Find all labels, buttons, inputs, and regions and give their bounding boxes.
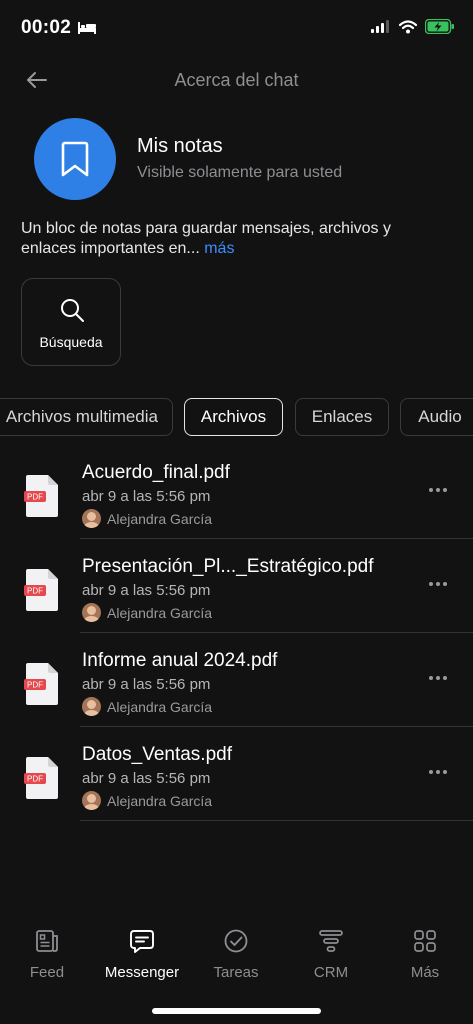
file-author: Alejandra García bbox=[82, 697, 212, 716]
media-tabs: Archivos multimedia Archivos Enlaces Aud… bbox=[0, 398, 473, 438]
nav-label: Tareas bbox=[213, 964, 259, 981]
avatar bbox=[82, 697, 101, 716]
grid-icon bbox=[414, 930, 436, 952]
avatar bbox=[82, 603, 101, 622]
chat-description: Un bloc de notas para guardar mensajes, … bbox=[21, 219, 441, 259]
file-author: Alejandra García bbox=[82, 509, 212, 528]
file-date: abr 9 a las 5:56 pm bbox=[82, 488, 211, 505]
list-item[interactable]: PDF Datos_Ventas.pdf abr 9 a las 5:56 pm… bbox=[0, 727, 473, 821]
tab-enlaces[interactable]: Enlaces bbox=[295, 398, 389, 436]
divider bbox=[80, 820, 473, 821]
file-name: Datos_Ventas.pdf bbox=[82, 744, 232, 765]
status-time: 00:02 bbox=[21, 17, 72, 38]
nav-item-mas[interactable]: Más bbox=[378, 926, 472, 981]
list-item[interactable]: PDF Acuerdo_final.pdf abr 9 a las 5:56 p… bbox=[0, 445, 473, 539]
nav-item-feed[interactable]: Feed bbox=[0, 926, 94, 981]
file-author: Alejandra García bbox=[82, 603, 212, 622]
chat-name: Mis notas bbox=[137, 135, 223, 157]
bed-icon bbox=[78, 22, 96, 34]
search-icon bbox=[61, 299, 84, 322]
chat-icon bbox=[130, 930, 154, 953]
list-item[interactable]: PDF Informe anual 2024.pdf abr 9 a las 5… bbox=[0, 633, 473, 727]
svg-text:PDF: PDF bbox=[27, 775, 43, 784]
nav-label: CRM bbox=[313, 964, 349, 981]
more-options-icon[interactable] bbox=[429, 483, 449, 497]
wifi-icon bbox=[399, 19, 417, 33]
tab-audio[interactable]: Audio bbox=[400, 398, 473, 436]
nav-label: Feed bbox=[29, 964, 65, 981]
funnel-icon bbox=[319, 930, 343, 952]
file-author: Alejandra García bbox=[82, 791, 212, 810]
more-options-icon[interactable] bbox=[429, 671, 449, 685]
file-name: Presentación_Pl..._Estratégico.pdf bbox=[82, 556, 374, 577]
avatar bbox=[82, 509, 101, 528]
top-bar: Acerca del chat bbox=[0, 62, 473, 98]
home-indicator[interactable] bbox=[152, 1008, 321, 1014]
search-button[interactable]: Búsqueda bbox=[21, 278, 121, 366]
feed-icon bbox=[36, 930, 58, 952]
file-date: abr 9 a las 5:56 pm bbox=[82, 582, 211, 599]
nav-label: Messenger bbox=[104, 964, 180, 981]
file-name: Informe anual 2024.pdf bbox=[82, 650, 278, 671]
tab-archivos-multimedia[interactable]: Archivos multimedia bbox=[0, 398, 173, 436]
pdf-file-icon: PDF bbox=[24, 475, 58, 517]
file-date: abr 9 a las 5:56 pm bbox=[82, 770, 211, 787]
battery-icon bbox=[425, 19, 454, 34]
nav-item-crm[interactable]: CRM bbox=[284, 926, 378, 981]
page-title: Acerca del chat bbox=[174, 70, 299, 90]
pdf-file-icon: PDF bbox=[24, 569, 58, 611]
signal-icon bbox=[371, 20, 389, 33]
more-options-icon[interactable] bbox=[429, 577, 449, 591]
avatar bbox=[82, 791, 101, 810]
nav-label: Más bbox=[410, 964, 440, 981]
status-bar: 00:02 bbox=[0, 0, 473, 56]
pdf-file-icon: PDF bbox=[24, 663, 58, 705]
more-link[interactable]: más bbox=[204, 240, 234, 257]
svg-text:PDF: PDF bbox=[27, 587, 43, 596]
tab-archivos[interactable]: Archivos bbox=[184, 398, 283, 436]
check-circle-icon bbox=[224, 929, 248, 953]
file-list: PDF Acuerdo_final.pdf abr 9 a las 5:56 p… bbox=[0, 445, 473, 821]
nav-item-messenger[interactable]: Messenger bbox=[95, 926, 189, 981]
nav-item-tareas[interactable]: Tareas bbox=[189, 926, 283, 981]
file-date: abr 9 a las 5:56 pm bbox=[82, 676, 211, 693]
chat-visibility: Visible solamente para usted bbox=[137, 164, 343, 181]
bookmark-icon bbox=[61, 141, 89, 177]
chat-avatar bbox=[34, 118, 116, 200]
more-options-icon[interactable] bbox=[429, 765, 449, 779]
list-item[interactable]: PDF Presentación_Pl..._Estratégico.pdf a… bbox=[0, 539, 473, 633]
svg-text:PDF: PDF bbox=[27, 493, 43, 502]
svg-text:PDF: PDF bbox=[27, 681, 43, 690]
search-label: Búsqueda bbox=[39, 334, 103, 350]
bottom-nav: Feed Messenger Tareas CRM Más bbox=[0, 926, 473, 990]
pdf-file-icon: PDF bbox=[24, 757, 58, 799]
file-name: Acuerdo_final.pdf bbox=[82, 462, 230, 483]
